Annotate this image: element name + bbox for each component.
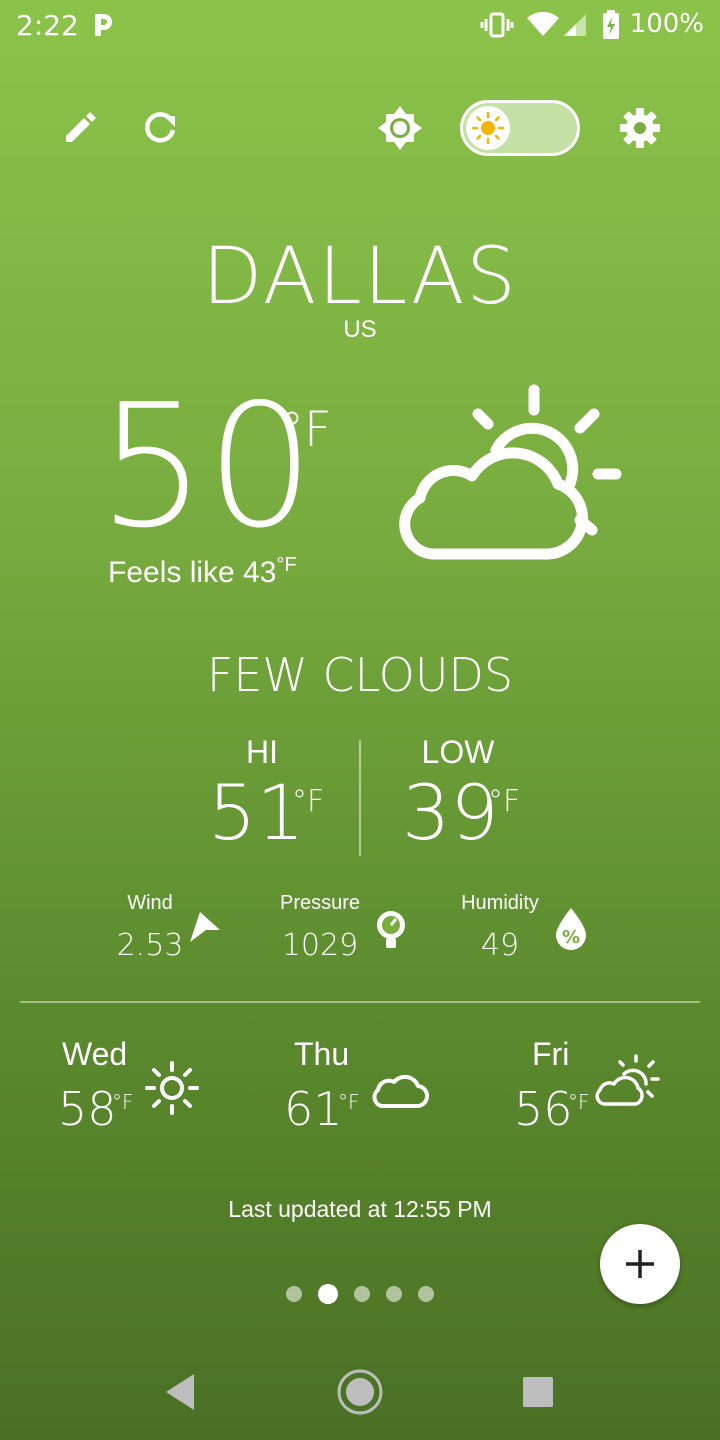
forecast-unit: °F — [338, 1090, 360, 1114]
page-indicator-dot-active[interactable] — [318, 1284, 338, 1304]
page-indicator-dot[interactable] — [286, 1286, 302, 1302]
forecast-temp: 61 — [284, 1082, 343, 1136]
forecast-day-fri: Fri 56 °F — [500, 1030, 680, 1140]
section-divider — [20, 1001, 700, 1003]
brightness-button[interactable] — [370, 98, 430, 158]
battery-charging-icon — [603, 10, 619, 39]
brightness-icon — [378, 106, 422, 150]
forecast-temp: 56 — [514, 1082, 573, 1136]
hi-unit: °F — [292, 784, 325, 819]
low-unit: °F — [488, 784, 521, 819]
forecast-day-wed: Wed 58 °F — [40, 1030, 220, 1140]
recents-button[interactable] — [520, 1374, 556, 1410]
edit-button[interactable] — [50, 98, 110, 158]
theme-toggle[interactable] — [460, 100, 580, 156]
refresh-button[interactable] — [130, 98, 190, 158]
home-button[interactable] — [336, 1368, 384, 1416]
back-button[interactable] — [160, 1370, 200, 1414]
toggle-knob — [466, 106, 510, 150]
battery-percent: 100% — [629, 9, 704, 39]
svg-text:%: % — [562, 927, 580, 948]
forecast-unit: °F — [112, 1090, 134, 1114]
add-location-button[interactable] — [600, 1224, 680, 1304]
p-notification-icon — [95, 14, 112, 36]
page-indicator-dot[interactable] — [418, 1286, 434, 1302]
forecast-temp: 58 — [58, 1082, 117, 1136]
feels-like-label: Feels like 43 — [108, 556, 277, 589]
vibrate-icon — [480, 12, 514, 38]
forecast-day-thu: Thu 61 °F — [270, 1030, 450, 1140]
low-label: LOW — [421, 734, 495, 770]
sun-icon — [145, 1061, 199, 1115]
hi-value: 51 — [208, 768, 305, 857]
country-code: US — [343, 316, 377, 343]
last-updated: Last updated at 12:55 PM — [228, 1196, 492, 1222]
city-name: DALLAS — [202, 232, 518, 322]
settings-button[interactable] — [610, 98, 670, 158]
edit-icon — [66, 112, 96, 142]
humidity-value: 49 — [480, 928, 520, 963]
status-bar: 2:22 100% — [0, 0, 720, 50]
signal-icon — [564, 14, 586, 36]
page-indicator-dot[interactable] — [386, 1286, 402, 1302]
weather-condition: FEW CLOUDS — [206, 648, 514, 702]
refresh-icon — [145, 112, 176, 143]
status-time: 2:22 — [16, 9, 79, 42]
pressure-gauge-icon — [377, 911, 405, 948]
forecast-day-name: Thu — [294, 1036, 350, 1072]
current-temperature-unit: °F — [280, 402, 332, 458]
forecast-day-name: Wed — [62, 1036, 128, 1072]
partly-cloudy-icon — [595, 1054, 660, 1106]
feels-like-unit: °F — [276, 554, 297, 576]
hi-label: HI — [246, 734, 278, 770]
wifi-icon — [527, 12, 559, 36]
forecast-unit: °F — [568, 1090, 590, 1114]
humidity-icon: % — [556, 908, 586, 950]
wind-direction-icon — [190, 912, 220, 942]
low-value: 39 — [402, 768, 499, 857]
plus-icon — [626, 1250, 654, 1278]
pressure-value: 1029 — [281, 928, 359, 963]
pressure-label: Pressure — [279, 892, 361, 914]
sun-toggle-icon — [471, 111, 505, 145]
forecast-day-name: Fri — [532, 1036, 570, 1072]
page-indicator-dot[interactable] — [354, 1286, 370, 1302]
humidity-label: Humidity — [461, 892, 539, 914]
cloud-icon — [372, 1074, 429, 1109]
hi-low-divider — [359, 740, 361, 856]
feels-like: Feels like 43°F — [108, 554, 297, 590]
few-clouds-icon — [399, 384, 622, 560]
settings-icon — [620, 108, 660, 148]
